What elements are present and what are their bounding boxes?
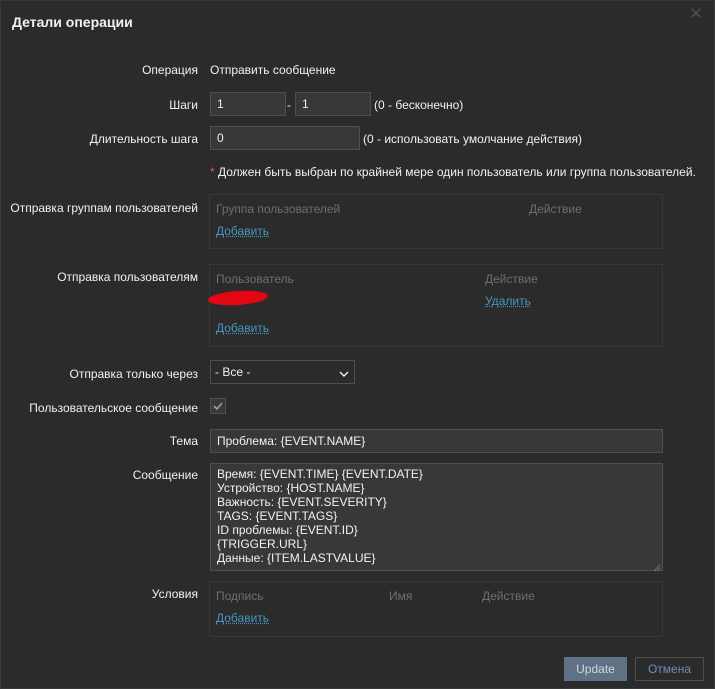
operation-details-dialog: Детали операции Операция Отправить сообщ… [0,0,715,689]
user-groups-col-group: Группа пользователей [216,202,341,216]
resize-grip-icon[interactable] [653,561,661,575]
send-only-via-label: Отправка только через [69,367,198,381]
steps-from-input[interactable] [210,92,286,116]
steps-hint: (0 - бесконечно) [374,98,464,112]
requirement-notice: * Должен быть выбран по крайней мере оди… [210,165,696,179]
steps-separator: - [287,98,291,112]
user-groups-label: Отправка группам пользователей [10,201,198,215]
chevron-down-icon [339,367,349,381]
custom-message-checkbox[interactable] [210,398,226,414]
step-duration-input[interactable] [210,126,360,150]
send-only-via-select[interactable]: - Все - [210,360,355,384]
user-groups-col-action: Действие [529,202,582,216]
message-label: Сообщение [132,468,198,482]
cancel-button[interactable]: Отмена [635,657,704,681]
send-only-via-value: - Все - [215,365,251,379]
users-col-action: Действие [485,272,538,286]
checkmark-icon [213,402,223,411]
dialog-title: Детали операции [12,14,133,30]
user-groups-add-link[interactable]: Добавить [216,224,269,238]
close-icon[interactable] [690,7,704,21]
steps-to-input[interactable] [295,92,371,116]
subject-input[interactable] [210,429,663,453]
custom-message-label: Пользовательское сообщение [29,401,198,415]
conditions-label: Условия [151,587,198,601]
conditions-col-label: Подпись [216,589,264,603]
users-col-user: Пользователь [216,272,294,286]
users-label: Отправка пользователям [57,270,198,284]
conditions-add-link[interactable]: Добавить [216,611,269,625]
operation-label: Операция [142,63,198,77]
conditions-col-action: Действие [482,589,535,603]
conditions-col-name: Имя [389,589,413,603]
users-remove-link[interactable]: Удалить [485,294,531,308]
users-add-link[interactable]: Добавить [216,321,269,335]
conditions-table [209,581,663,637]
steps-label: Шаги [169,98,198,112]
step-duration-hint: (0 - использовать умолчание действия) [363,132,582,146]
message-textarea[interactable]: Время: {EVENT.TIME} {EVENT.DATE} Устройс… [210,463,663,571]
operation-value: Отправить сообщение [210,63,336,77]
update-button[interactable]: Update [564,657,627,681]
step-duration-label: Длительность шага [89,132,198,146]
subject-label: Тема [169,434,198,448]
requirement-text: Должен быть выбран по крайней мере один … [214,165,696,179]
